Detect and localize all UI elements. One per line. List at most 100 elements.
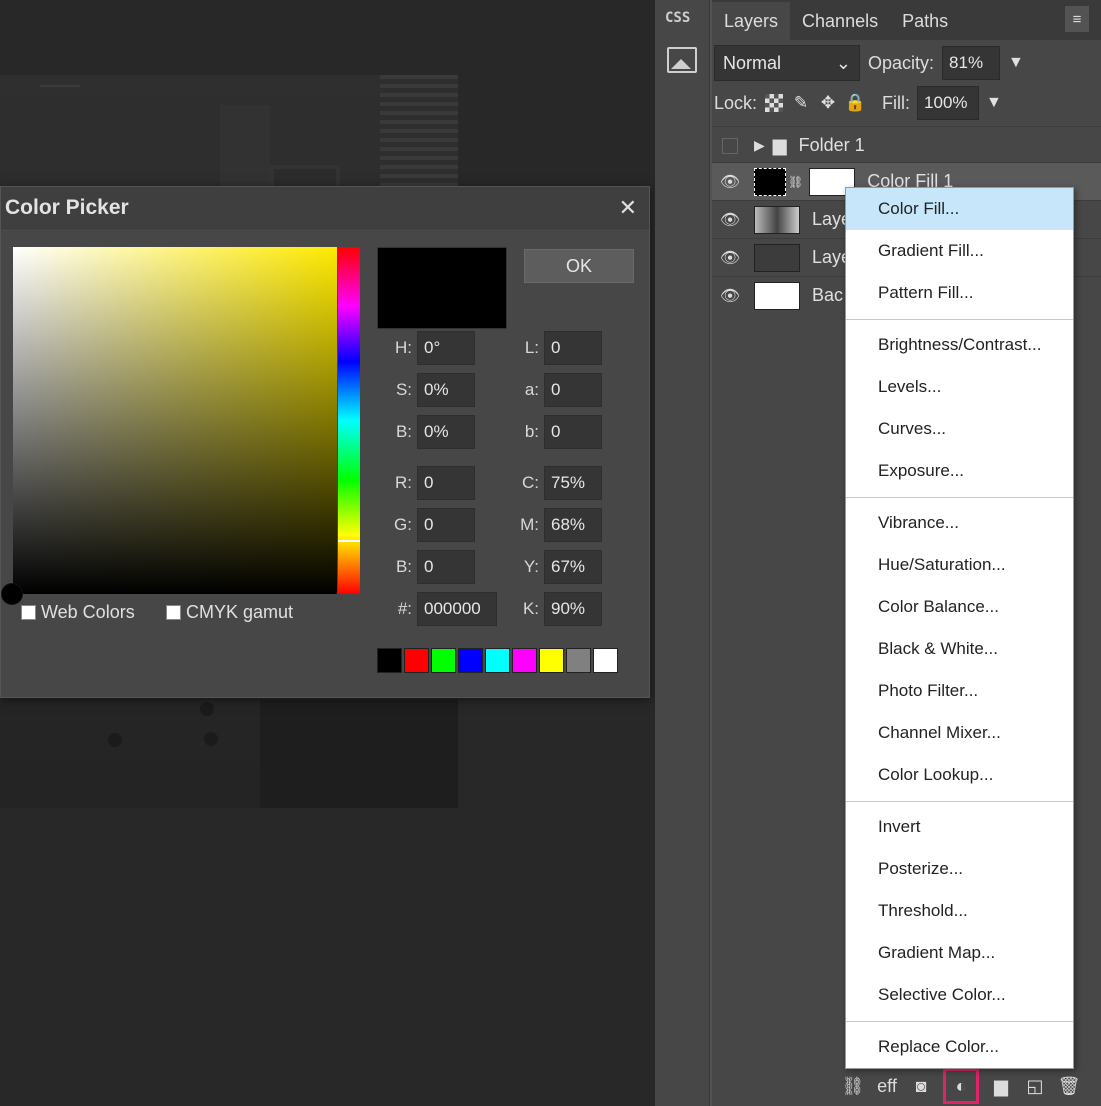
menu-item[interactable]: Hue/Saturation... [846, 544, 1073, 586]
menu-item[interactable]: Pattern Fill... [846, 272, 1073, 314]
layer-row-folder[interactable]: ▶ ▆ Folder 1 [712, 126, 1101, 164]
lock-all-icon[interactable]: 🔒 [844, 93, 865, 113]
menu-item[interactable]: Gradient Fill... [846, 230, 1073, 272]
eye-icon[interactable]: 👁 [712, 248, 748, 268]
lab-a-input[interactable]: 0 [544, 373, 602, 407]
visibility-checkbox[interactable] [712, 137, 748, 154]
eye-icon[interactable]: 👁 [712, 172, 748, 192]
lightness-input[interactable]: 0 [544, 331, 602, 365]
menu-item[interactable]: Threshold... [846, 890, 1073, 932]
menu-item[interactable]: Gradient Map... [846, 932, 1073, 974]
checkbox-box[interactable] [21, 605, 36, 620]
menu-item[interactable]: Selective Color... [846, 974, 1073, 1016]
menu-item[interactable]: Replace Color... [846, 1026, 1073, 1068]
blue-input[interactable]: 0 [417, 550, 475, 584]
adjustment-context-menu: Color Fill... Gradient Fill... Pattern Fil… [845, 187, 1074, 1069]
hue-slider-marker[interactable] [338, 540, 360, 542]
menu-item[interactable]: Levels... [846, 366, 1073, 408]
color-swatch[interactable] [485, 648, 510, 673]
brightness-input[interactable]: 0% [417, 415, 475, 449]
eye-icon[interactable]: 👁 [712, 286, 748, 306]
menu-item[interactable]: Channel Mixer... [846, 712, 1073, 754]
photo-desk [260, 700, 458, 808]
field-label: G: [394, 515, 412, 534]
fill-label: Fill: [882, 92, 911, 113]
color-swatch[interactable] [539, 648, 564, 673]
web-colors-label: Web Colors [41, 602, 135, 622]
menu-item[interactable]: Curves... [846, 408, 1073, 450]
hue-input[interactable]: 0° [417, 331, 475, 365]
menu-item[interactable]: Invert [846, 806, 1073, 848]
panel-menu-icon[interactable]: ≡ [1065, 6, 1089, 32]
color-swatch[interactable] [566, 648, 591, 673]
effects-icon[interactable]: eff [875, 1074, 899, 1098]
opacity-input[interactable]: 81% [942, 46, 1001, 80]
tab-paths[interactable]: Paths [890, 2, 960, 40]
blend-mode-select[interactable]: Normal ⌄ [714, 45, 860, 81]
dialog-titlebar[interactable]: Color Picker ✕ [1, 187, 649, 229]
ok-button[interactable]: OK [524, 249, 634, 283]
layer-thumbnail [754, 205, 800, 234]
hex-input[interactable]: 000000 [417, 592, 497, 626]
tab-channels[interactable]: Channels [790, 2, 890, 40]
lock-move-icon[interactable]: ✥ [818, 93, 838, 113]
link-layers-icon[interactable]: ⛓ [841, 1074, 865, 1098]
color-swatch[interactable] [377, 648, 402, 673]
color-swatch[interactable] [431, 648, 456, 673]
lock-paint-icon[interactable]: ✎ [791, 93, 811, 113]
menu-item[interactable]: Vibrance... [846, 502, 1073, 544]
menu-item[interactable]: Color Fill... [846, 188, 1073, 230]
chevron-right-icon[interactable]: ▶ [754, 137, 765, 154]
folder-icon: ▆ [772, 135, 787, 155]
saturation-value-field[interactable] [13, 247, 337, 594]
photo-wheel [200, 702, 214, 716]
yellow-input[interactable]: 67% [544, 550, 602, 584]
trash-icon[interactable]: 🗑 [1057, 1074, 1081, 1098]
red-field: R: 0 [386, 466, 475, 500]
new-layer-icon[interactable]: ◱ [1023, 1074, 1047, 1098]
color-cursor[interactable] [1, 583, 23, 605]
menu-item[interactable]: Photo Filter... [846, 670, 1073, 712]
black-field: K: 90% [513, 592, 602, 626]
saturation-input[interactable]: 0% [417, 373, 475, 407]
hue-field: H: 0° [386, 331, 475, 365]
brightness-field: B: 0% [386, 415, 475, 449]
field-label: b: [524, 422, 539, 441]
fill-thumbnail [754, 167, 786, 196]
mask-icon[interactable]: ◙ [909, 1074, 933, 1098]
green-input[interactable]: 0 [417, 508, 475, 542]
adjustment-layer-icon[interactable]: ◐ [943, 1068, 979, 1104]
fill-dropdown-icon[interactable]: ▼ [986, 94, 1002, 112]
menu-item[interactable]: Black & White... [846, 628, 1073, 670]
field-label: C: [522, 473, 539, 492]
cyan-input[interactable]: 75% [544, 466, 602, 500]
menu-separator [846, 314, 1073, 324]
opacity-dropdown-icon[interactable]: ▼ [1008, 54, 1024, 72]
menu-item[interactable]: Color Lookup... [846, 754, 1073, 796]
close-icon[interactable]: ✕ [619, 195, 637, 221]
web-colors-checkbox[interactable]: Web Colors [21, 602, 135, 623]
color-swatch[interactable] [404, 648, 429, 673]
tab-layers[interactable]: Layers [712, 2, 791, 40]
field-label: R: [395, 473, 412, 492]
new-folder-icon[interactable]: ▆ [989, 1074, 1013, 1098]
color-swatch[interactable] [512, 648, 537, 673]
image-icon[interactable] [667, 47, 697, 73]
layer-thumbnail [754, 281, 800, 310]
cmyk-gamut-checkbox[interactable]: CMYK gamut [166, 602, 293, 623]
fill-input[interactable]: 100% [917, 86, 980, 120]
eye-icon[interactable]: 👁 [712, 210, 748, 230]
color-swatch[interactable] [458, 648, 483, 673]
color-swatch[interactable] [593, 648, 618, 673]
lab-b-input[interactable]: 0 [544, 415, 602, 449]
lock-transparency-icon[interactable] [764, 93, 784, 113]
css-icon[interactable]: CSS [665, 10, 690, 26]
red-input[interactable]: 0 [417, 466, 475, 500]
menu-item[interactable]: Posterize... [846, 848, 1073, 890]
menu-item[interactable]: Brightness/Contrast... [846, 324, 1073, 366]
black-input[interactable]: 90% [544, 592, 602, 626]
checkbox-box[interactable] [166, 605, 181, 620]
menu-item[interactable]: Exposure... [846, 450, 1073, 492]
menu-item[interactable]: Color Balance... [846, 586, 1073, 628]
magenta-input[interactable]: 68% [544, 508, 602, 542]
